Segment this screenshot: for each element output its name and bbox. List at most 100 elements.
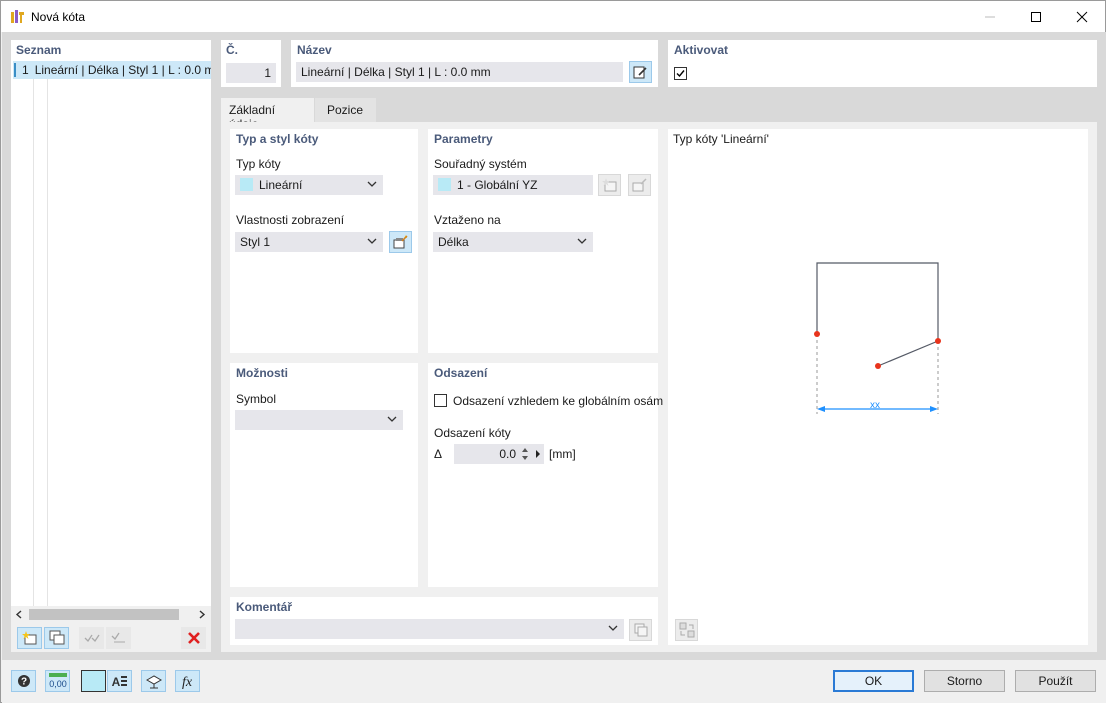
arrow-right-icon	[930, 406, 938, 412]
app-icon	[11, 10, 24, 23]
delta-symbol: Δ	[434, 447, 443, 461]
activate-checkbox[interactable]	[674, 67, 687, 80]
minimize-button[interactable]	[967, 1, 1013, 32]
uncheck-icon	[111, 632, 125, 643]
title-bar: Nová kóta	[1, 1, 1105, 32]
dialog-body: Seznam 1 Lineární | Délka | Styl 1 | L :…	[2, 32, 1106, 660]
function-button[interactable]: fx	[175, 670, 200, 692]
edit-name-button[interactable]	[629, 61, 652, 83]
related-value: Délka	[438, 235, 469, 249]
edit-cs-icon	[632, 178, 647, 192]
global-offset-checkbox[interactable]	[434, 394, 447, 407]
cs-swatch-icon	[438, 178, 451, 191]
comment-header: Komentář	[236, 600, 293, 614]
svg-text:A: A	[112, 675, 121, 689]
color-swatch-icon	[14, 63, 16, 77]
tree-guide-line	[33, 78, 34, 608]
edit-style-icon	[393, 235, 408, 249]
units-button[interactable]: 0,00	[45, 670, 70, 692]
parameters-header: Parametry	[434, 132, 493, 146]
svg-text:0,00: 0,00	[49, 679, 67, 689]
dimension-preview-diagram: xx	[814, 262, 941, 414]
help-button[interactable]: ?	[11, 670, 36, 692]
offset-panel: Odsazení Odsazení vzhledem ke globálním …	[428, 363, 663, 587]
arrow-left-icon	[817, 406, 825, 412]
view-icon	[145, 675, 162, 689]
offset-input[interactable]: 0.0	[454, 444, 544, 464]
display-dropdown[interactable]: Styl 1	[235, 232, 383, 252]
list-panel: Seznam 1 Lineární | Délka | Styl 1 | L :…	[11, 40, 211, 652]
options-header: Možnosti	[236, 366, 288, 380]
number-input[interactable]: 1	[226, 63, 276, 83]
number-label: Č.	[226, 43, 238, 57]
dimension-point	[875, 363, 881, 369]
spinner-icon[interactable]	[520, 446, 530, 462]
dialog-footer: ? 0,00 A fx OK Storno Použít	[2, 660, 1106, 703]
display-value: Styl 1	[240, 235, 271, 249]
edit-style-button[interactable]	[389, 231, 412, 253]
comment-dropdown[interactable]	[235, 619, 624, 639]
scrollbar-thumb[interactable]	[29, 609, 179, 620]
related-dropdown[interactable]: Délka	[433, 232, 593, 252]
cs-value: 1 - Globální YZ	[457, 178, 538, 192]
swap-icon	[679, 622, 694, 638]
symbol-dropdown[interactable]	[235, 410, 403, 430]
caret-right-icon[interactable]	[534, 449, 542, 459]
delete-item-button[interactable]	[181, 627, 206, 649]
list-item[interactable]: 1 Lineární | Délka | Styl 1 | L : 0.0 mm	[13, 61, 211, 79]
type-style-panel: Typ a styl kóty Typ kóty Lineární Vlastn…	[230, 129, 418, 353]
preview-settings-button[interactable]	[675, 619, 698, 641]
new-cs-icon	[601, 178, 616, 192]
preview-member-line	[877, 340, 939, 367]
type-dropdown[interactable]: Lineární	[235, 175, 383, 195]
check-all-button[interactable]	[79, 627, 104, 649]
preview-panel: Typ kóty 'Lineární' xx	[668, 129, 1088, 645]
edit-icon	[633, 66, 647, 78]
info-button[interactable]: A	[107, 670, 132, 692]
name-panel: Název Lineární | Délka | Styl 1 | L : 0.…	[291, 40, 658, 87]
tab-basic[interactable]: Základní údaje	[221, 98, 314, 131]
scroll-right-icon[interactable]	[198, 610, 206, 619]
copy-icon	[634, 623, 647, 637]
offset-header: Odsazení	[434, 366, 488, 380]
comment-library-button[interactable]	[629, 619, 652, 641]
tab-position[interactable]: Pozice	[315, 98, 376, 122]
list-toolbar	[11, 623, 211, 652]
type-value: Lineární	[259, 178, 303, 192]
chevron-down-icon	[577, 238, 587, 244]
parameters-panel: Parametry Souřadný systém 1 - Globální Y…	[428, 129, 658, 353]
options-panel: Možnosti Symbol	[230, 363, 418, 587]
new-cs-button[interactable]	[598, 174, 621, 196]
check-all-icon	[84, 634, 100, 643]
name-label: Název	[297, 43, 332, 57]
type-style-header: Typ a styl kóty	[236, 132, 319, 146]
chevron-down-icon	[367, 238, 377, 244]
chevron-down-icon	[608, 625, 618, 631]
symbol-label: Symbol	[236, 392, 277, 406]
cancel-button[interactable]: Storno	[924, 670, 1005, 692]
view-button[interactable]	[141, 670, 166, 692]
edit-cs-button[interactable]	[628, 174, 651, 196]
uncheck-button[interactable]	[106, 627, 131, 649]
horizontal-scrollbar[interactable]	[11, 606, 211, 623]
scroll-left-icon[interactable]	[15, 610, 23, 619]
new-item-button[interactable]	[17, 627, 42, 649]
cs-field[interactable]: 1 - Globální YZ	[433, 175, 593, 195]
copy-item-button[interactable]	[44, 627, 69, 649]
dimension-point	[814, 331, 820, 337]
ok-button[interactable]: OK	[833, 670, 914, 692]
offset-unit: [mm]	[549, 447, 576, 461]
close-button[interactable]	[1059, 1, 1105, 32]
type-swatch-icon	[240, 178, 253, 191]
type-label: Typ kóty	[236, 157, 281, 171]
activate-panel: Aktivovat	[668, 40, 1097, 87]
window-title: Nová kóta	[31, 10, 86, 24]
apply-button[interactable]: Použít	[1015, 670, 1096, 692]
maximize-button[interactable]	[1013, 1, 1059, 32]
dimension-text: xx	[870, 400, 880, 411]
close-icon	[1076, 11, 1088, 22]
help-icon: ?	[17, 675, 30, 688]
color-button[interactable]	[81, 670, 106, 692]
checkmark-icon	[676, 70, 685, 78]
name-input[interactable]: Lineární | Délka | Styl 1 | L : 0.0 mm	[296, 62, 623, 82]
